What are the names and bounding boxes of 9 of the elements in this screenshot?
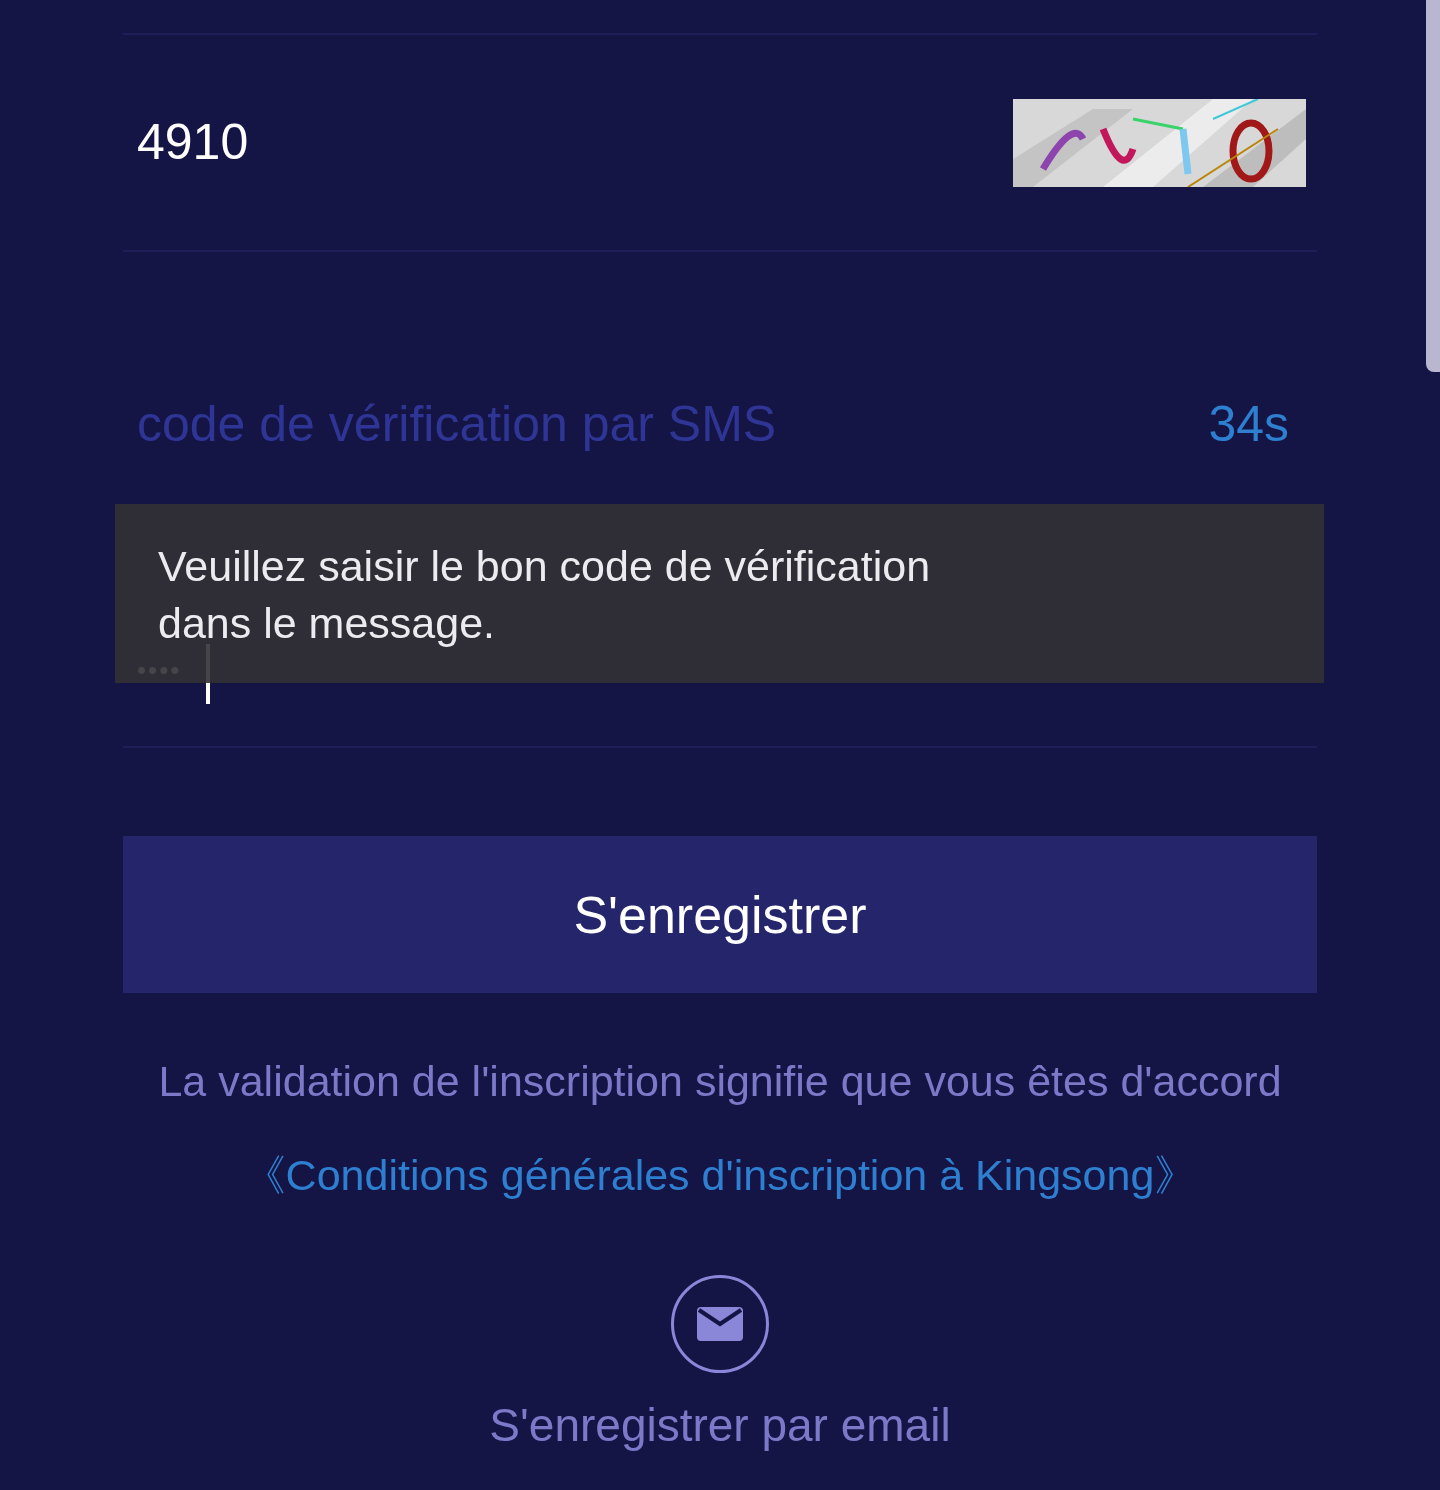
captcha-field[interactable]: 4910 xyxy=(123,35,1317,252)
register-button[interactable]: S'enregistrer xyxy=(123,836,1317,993)
terms-link[interactable]: 《Conditions générales d'inscription à Kingsong》 xyxy=(242,1145,1198,1205)
scrollbar[interactable] xyxy=(1426,0,1440,372)
toast-message: Veuillez saisir le bon code de vérification dans le message. xyxy=(158,541,932,649)
terms-text: La validation de l'inscription signifie que vous êtes d'accord xyxy=(157,1056,1283,1107)
countdown-timer: 34s xyxy=(1208,395,1289,454)
email-register-link[interactable]: S'enregistrer par email xyxy=(489,1395,951,1455)
email-icon[interactable] xyxy=(671,1275,769,1373)
